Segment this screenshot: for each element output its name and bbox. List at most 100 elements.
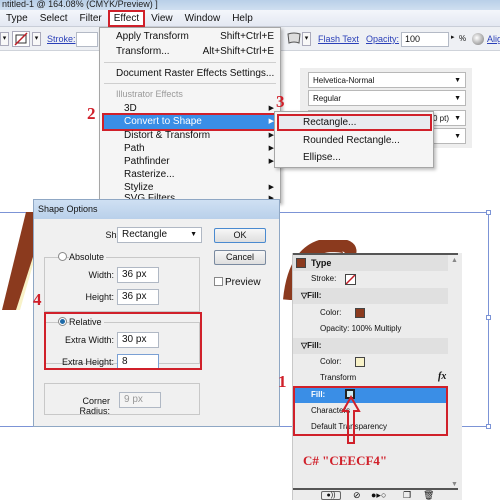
effect-menu: Apply Transform Shift+Ctrl+E Transform..… xyxy=(99,27,281,204)
height-input[interactable]: 36 px xyxy=(117,289,159,305)
stroke-swatch-none[interactable] xyxy=(12,31,30,47)
stroke-label: Stroke: xyxy=(311,274,337,283)
section-header-illustrator-effects: Illustrator Effects xyxy=(116,89,183,99)
submenu-item-rectangle[interactable]: Rectangle... xyxy=(303,116,356,130)
color-2-label: Color: xyxy=(320,357,342,366)
preview-label: Preview xyxy=(225,277,261,288)
new-art-maintains-appearance-icon[interactable]: ●)) xyxy=(321,491,341,500)
clear-appearance-icon[interactable]: ⊘ xyxy=(353,490,361,501)
percent-label: % xyxy=(459,34,467,43)
panel-row-opacity[interactable]: Opacity: 100% Multiply xyxy=(293,321,448,337)
submenu-item-rounded-rectangle[interactable]: Rounded Rectangle... xyxy=(303,134,400,148)
font-size-value: 0 pt) xyxy=(432,114,449,123)
menu-item-3d[interactable]: 3D xyxy=(124,102,137,115)
align-link[interactable]: Alig xyxy=(487,34,500,44)
step-number-1: 1 xyxy=(278,372,287,391)
fx-icon[interactable]: fx xyxy=(438,371,446,382)
panel-row-color-2[interactable]: Color: xyxy=(293,354,448,370)
panel-row-color-1[interactable]: Color: xyxy=(293,305,448,321)
delete-item-icon[interactable]: 🗑 xyxy=(423,490,434,501)
shortcut-transform: Alt+Shift+Ctrl+E xyxy=(202,46,274,57)
panel-row-stroke[interactable]: Stroke: xyxy=(293,271,448,287)
color-1-label: Color: xyxy=(320,308,342,317)
scroll-down-icon[interactable]: ▼ xyxy=(451,481,458,488)
chevron-down-icon: ▼ xyxy=(454,95,461,102)
corner-radius-label: Corner Radius: xyxy=(79,396,110,416)
transform-label: Transform xyxy=(320,373,357,382)
menu-item-rasterize[interactable]: Rasterize... xyxy=(124,168,175,181)
absolute-label: Absolute xyxy=(69,252,107,262)
submenu-item-ellipse[interactable]: Ellipse... xyxy=(303,151,341,165)
step-4-highlight-box xyxy=(44,312,202,370)
menu-type[interactable]: Type xyxy=(0,10,34,27)
no-stroke-icon[interactable] xyxy=(345,274,356,285)
recolor-artwork-icon[interactable] xyxy=(472,33,484,45)
font-style-value: Regular xyxy=(313,94,342,103)
menu-effect[interactable]: Effect xyxy=(107,9,146,27)
step-number-4: 4 xyxy=(33,290,42,309)
color-swatch-cream[interactable] xyxy=(355,357,365,367)
shape-select[interactable]: Rectangle ▼ xyxy=(117,227,202,243)
step-number-2: 2 xyxy=(87,104,96,123)
chevron-down-icon: ▼ xyxy=(454,77,461,84)
menu-item-path[interactable]: Path xyxy=(124,142,145,155)
shortcut-apply-transform: Shift+Ctrl+E xyxy=(220,31,274,42)
bounding-box-top-right xyxy=(280,212,488,213)
chevron-down-icon: ▼ xyxy=(454,133,461,140)
menu-select[interactable]: Select xyxy=(34,10,74,27)
menu-help[interactable]: Help xyxy=(226,10,259,27)
stroke-dropdown[interactable]: ▾ xyxy=(32,32,41,46)
opacity-input[interactable]: 100 xyxy=(401,32,449,47)
menu-window[interactable]: Window xyxy=(179,10,227,27)
envelope-dropdown[interactable]: ▾ xyxy=(302,32,311,46)
menu-item-pathfinder[interactable]: Pathfinder xyxy=(124,155,170,168)
shape-options-dialog: Shape Options Shape: Rectangle ▼ OK Canc… xyxy=(33,199,280,427)
menu-filter[interactable]: Filter xyxy=(73,10,107,27)
fill-dropdown[interactable]: ▾ xyxy=(0,32,9,46)
stroke-weight-input[interactable] xyxy=(76,32,98,47)
color-swatch-brown[interactable] xyxy=(355,308,365,318)
absolute-radio[interactable] xyxy=(58,252,67,261)
stroke-link[interactable]: Stroke: xyxy=(47,34,76,44)
ok-button[interactable]: OK xyxy=(214,228,266,243)
selection-handle[interactable] xyxy=(486,210,491,215)
shape-value: Rectangle xyxy=(122,229,168,240)
step-1-highlight-box xyxy=(293,386,448,436)
selection-handle[interactable] xyxy=(486,424,491,429)
cancel-button[interactable]: Cancel xyxy=(214,250,266,265)
panel-row-fill-2[interactable]: ▽Fill: xyxy=(293,338,448,354)
menu-item-convert-to-shape[interactable]: Convert to Shape xyxy=(124,115,202,128)
window-title: ntitled-1 @ 164.08% (CMYK/Preview) ] xyxy=(0,0,500,10)
menu-view[interactable]: View xyxy=(145,10,179,27)
menu-item-apply-transform[interactable]: Apply Transform xyxy=(116,30,189,43)
selection-handle[interactable] xyxy=(486,315,491,320)
width-input[interactable]: 36 px xyxy=(117,267,159,283)
opacity-arrow-icon[interactable]: ▸ xyxy=(451,33,455,41)
menu-separator xyxy=(104,62,276,63)
panel-row-fill-1[interactable]: ▽Fill: xyxy=(293,288,448,304)
step-number-3: 3 xyxy=(276,92,285,111)
font-family-value: Helvetica-Normal xyxy=(313,76,375,85)
reduce-to-basic-appearance-icon[interactable]: ●▸○ xyxy=(371,490,386,501)
fill-2-label: Fill: xyxy=(307,341,322,350)
menu-item-transform[interactable]: Transform... xyxy=(116,45,170,58)
flash-text-link[interactable]: Flash Text xyxy=(318,34,359,44)
type-color-swatch xyxy=(296,258,306,268)
fill-1-label: Fill: xyxy=(307,291,322,300)
scroll-up-icon[interactable]: ▲ xyxy=(451,257,458,264)
panel-row-transform[interactable]: Transform xyxy=(293,370,448,386)
menu-item-distort-transform[interactable]: Distort & Transform xyxy=(124,129,210,142)
envelope-icon[interactable] xyxy=(287,32,301,45)
up-arrow-annotation-icon xyxy=(341,395,361,444)
opacity-link[interactable]: Opacity: xyxy=(366,34,399,44)
convert-to-shape-submenu: Rectangle... Rounded Rectangle... Ellips… xyxy=(274,111,434,168)
width-label: Width: xyxy=(88,270,114,280)
menu-item-document-raster-effects[interactable]: Document Raster Effects Settings... xyxy=(116,67,274,80)
preview-checkbox[interactable] xyxy=(214,277,223,286)
duplicate-item-icon[interactable]: ❐ xyxy=(403,490,411,501)
opacity-text: Opacity: 100% Multiply xyxy=(320,324,402,333)
menu-bar: Type Select Filter Effect View Window He… xyxy=(0,9,500,27)
font-family-select[interactable]: Helvetica-Normal ▼ xyxy=(308,72,466,88)
panel-header-type[interactable]: Type xyxy=(293,255,448,271)
font-style-select[interactable]: Regular ▼ xyxy=(308,90,466,106)
